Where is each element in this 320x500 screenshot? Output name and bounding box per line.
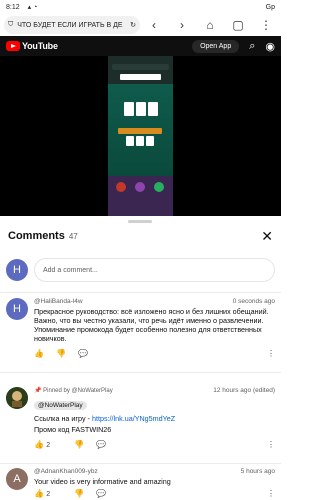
video-player[interactable]: [0, 56, 281, 216]
comment-text: Ссылка на игру -: [34, 414, 92, 423]
search-icon[interactable]: ⌕: [249, 40, 255, 53]
like-icon[interactable]: 👍: [34, 349, 44, 358]
menu-icon[interactable]: ⋮: [252, 18, 280, 32]
open-app-button[interactable]: Open App: [192, 39, 240, 53]
home-icon[interactable]: ⌂: [196, 18, 224, 32]
promo-text: Промо код FASTWIN26: [34, 425, 112, 434]
signal-icon: ▴ ◔: [27, 4, 38, 11]
reply-icon[interactable]: 💬: [96, 440, 106, 449]
site-info-icon[interactable]: ⛉: [8, 21, 13, 29]
reply-icon[interactable]: 💬: [78, 349, 88, 358]
status-right: Gp: [265, 3, 275, 11]
url-bar[interactable]: ⛉ ЧТО БУДЕТ ЕСЛИ ИГРАТЬ В ДЕ ↻: [4, 16, 140, 34]
forward-icon[interactable]: ›: [168, 18, 196, 32]
pinned-label: 📌 Pinned by @NoWaterPlay: [34, 388, 113, 394]
comments-header: Comments 47 ✕: [0, 224, 281, 248]
youtube-logo-text: YouTube: [22, 41, 58, 51]
dislike-icon[interactable]: 👎: [74, 440, 84, 449]
more-icon[interactable]: ⋮: [267, 489, 275, 498]
comments-count: 47: [68, 231, 78, 241]
youtube-play-icon: [6, 41, 20, 51]
youtube-header: YouTube Open App ⌕ ◉: [0, 36, 281, 56]
like-icon[interactable]: 👍 2: [34, 489, 62, 498]
dislike-icon[interactable]: 👎: [74, 489, 84, 498]
comment-author[interactable]: @AdnanKhan009-ybz: [34, 468, 98, 475]
avatar[interactable]: [6, 387, 28, 409]
comment-time: 5 hours ago: [240, 468, 275, 475]
avatar: H: [6, 259, 28, 281]
more-icon[interactable]: ⋮: [267, 349, 275, 358]
comment-time: 0 seconds ago: [232, 298, 275, 305]
like-icon[interactable]: 👍 2: [34, 440, 62, 449]
comment-item: A @AdnanKhan009-ybz 5 hours ago Your vid…: [0, 468, 281, 498]
divider: [0, 372, 281, 373]
account-icon[interactable]: ◉: [265, 40, 275, 53]
close-icon[interactable]: ✕: [261, 228, 273, 245]
url-text: ЧТО БУДЕТ ЕСЛИ ИГРАТЬ В ДЕ: [17, 21, 123, 29]
comment-text: Your video is very informative and amazi…: [34, 477, 171, 486]
browser-toolbar: ⛉ ЧТО БУДЕТ ЕСЛИ ИГРАТЬ В ДЕ ↻ ‹ › ⌂ ▢ ⋮: [0, 14, 281, 36]
add-comment-row: H Add a comment...: [0, 256, 281, 284]
comment-item: H @HaliBanda-l4w 0 seconds ago Прекрасно…: [0, 298, 281, 358]
divider: [0, 292, 281, 293]
reply-icon[interactable]: 💬: [96, 489, 106, 498]
add-comment-input[interactable]: Add a comment...: [34, 258, 275, 282]
comment-text: Прекрасное руководство: всё изложено ясн…: [34, 307, 269, 343]
more-icon[interactable]: ⋮: [267, 440, 275, 449]
comment-author[interactable]: @HaliBanda-l4w: [34, 298, 83, 305]
back-icon[interactable]: ‹: [140, 18, 168, 32]
tabs-icon[interactable]: ▢: [224, 18, 252, 32]
youtube-logo[interactable]: YouTube: [6, 41, 58, 51]
reload-icon[interactable]: ↻: [130, 21, 136, 29]
game-link[interactable]: https://lnk.ua/YNg5mdYeZ: [92, 414, 175, 423]
comment-item: 📌 Pinned by @NoWaterPlay 12 hours ago (e…: [0, 387, 281, 449]
avatar[interactable]: H: [6, 298, 28, 320]
status-time: 8:12: [6, 3, 20, 11]
avatar[interactable]: A: [6, 468, 28, 490]
comments-title: Comments: [8, 230, 65, 242]
divider: [0, 463, 281, 464]
dislike-icon[interactable]: 👎: [56, 349, 66, 358]
status-bar: 8:12 ▴ ◔ Gp: [0, 0, 281, 14]
comment-author[interactable]: @NoWaterPlay: [34, 401, 87, 410]
video-thumbnail: [108, 56, 173, 216]
sheet-handle[interactable]: [128, 220, 152, 223]
comment-time: 12 hours ago (edited): [213, 387, 275, 394]
